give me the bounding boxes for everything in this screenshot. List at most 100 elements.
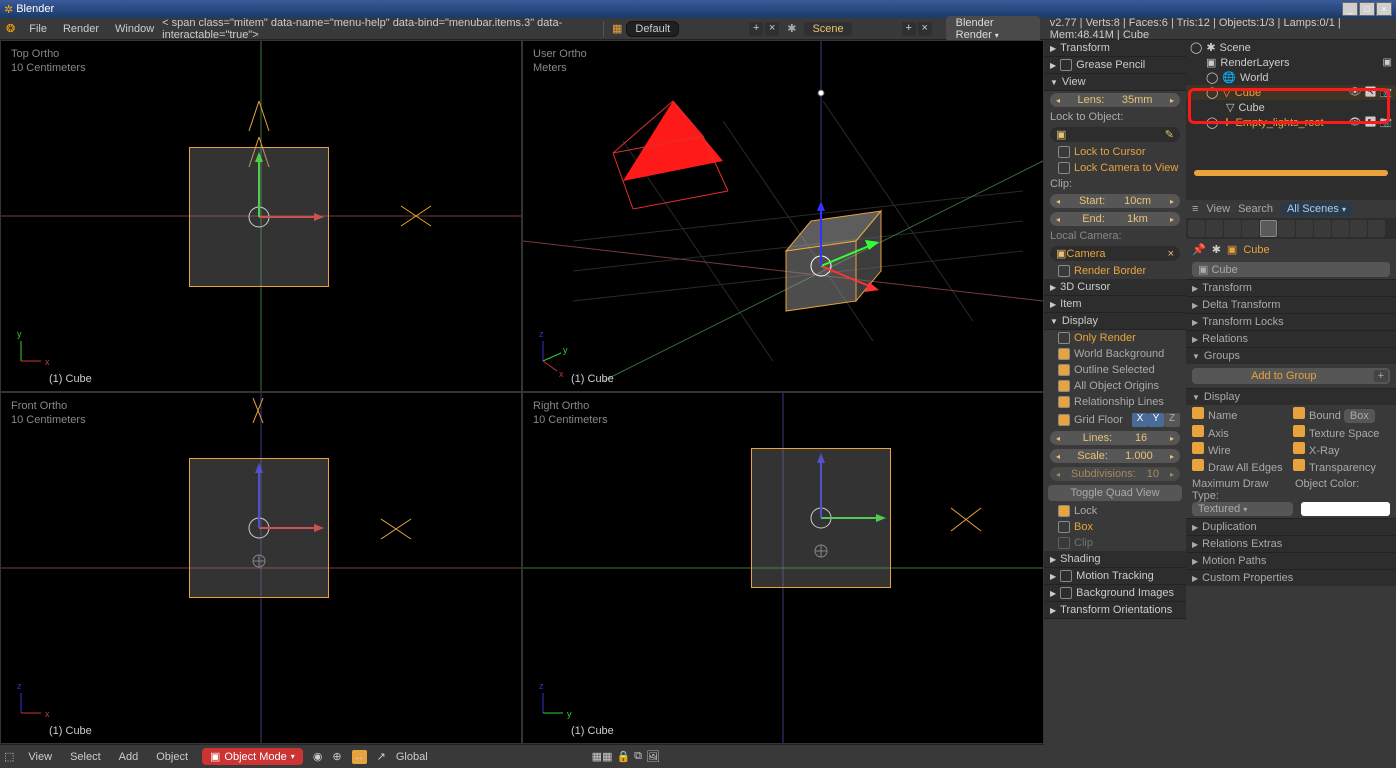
layout-icon[interactable]: ▦ xyxy=(608,22,626,35)
panel-motion-tracking[interactable]: Motion Tracking xyxy=(1044,568,1186,585)
close-button[interactable]: × xyxy=(1376,2,1392,16)
shading-icon[interactable]: ◉ xyxy=(313,750,323,763)
lock-icon[interactable]: 🔒 xyxy=(616,750,630,763)
panel-transform-orientations[interactable]: Transform Orientations xyxy=(1044,602,1186,619)
tab-object[interactable] xyxy=(1260,220,1277,237)
editor-type-icon[interactable]: ⬚ xyxy=(4,750,14,763)
menu-select[interactable]: Select xyxy=(66,751,105,763)
scene-select[interactable]: Scene xyxy=(804,22,851,36)
blender-logo-icon[interactable]: ❂ xyxy=(0,22,21,35)
panel-transform[interactable]: Transform xyxy=(1044,40,1186,57)
panel-relations[interactable]: Relations xyxy=(1186,330,1396,347)
panel-transform-locks[interactable]: Transform Locks xyxy=(1186,313,1396,330)
tab-texture[interactable] xyxy=(1350,220,1367,237)
outliner-scene[interactable]: ◯✱Scene xyxy=(1186,40,1396,55)
max-draw-select[interactable]: Textured ▾ xyxy=(1192,502,1293,516)
panel-item[interactable]: Item xyxy=(1044,296,1186,313)
toggle-quad-button[interactable]: Toggle Quad View xyxy=(1048,485,1182,501)
lock-camera-check[interactable]: Lock Camera to View xyxy=(1044,160,1186,176)
pin-icon[interactable]: 📌 xyxy=(1192,243,1206,256)
menu-add[interactable]: Add xyxy=(115,751,143,763)
render-preview-icon[interactable]: 🖼 xyxy=(646,750,660,763)
object-name-field[interactable]: ▣ Cube xyxy=(1192,262,1390,277)
panel-custom-properties[interactable]: Custom Properties xyxy=(1186,569,1396,586)
tab-material[interactable] xyxy=(1332,220,1349,237)
lock-object-field[interactable]: ▣ ✎ xyxy=(1050,127,1180,142)
viewport-front[interactable]: z x Front Ortho10 Centimeters (1) Cube xyxy=(0,392,522,744)
tab-render-layers[interactable] xyxy=(1206,220,1223,237)
add-screen-button[interactable]: + xyxy=(749,22,763,36)
layers-widget[interactable]: ▦▦ xyxy=(592,750,613,763)
world-bg-check[interactable]: World Background xyxy=(1044,346,1186,362)
axis-z-toggle[interactable]: Z xyxy=(1164,413,1180,427)
grid-scale-field[interactable]: ◂Scale:1.000▸ xyxy=(1050,449,1180,463)
texture-space-check[interactable]: Texture Space xyxy=(1293,425,1390,440)
pivot-icon[interactable]: ⊕ xyxy=(332,750,341,763)
outliner-empty[interactable]: ◯✛Empty_lights_root👁 ↖ 📷 xyxy=(1186,115,1396,130)
cube-object[interactable] xyxy=(189,147,329,287)
outliner-view-menu[interactable]: View xyxy=(1206,203,1230,215)
tab-modifiers[interactable] xyxy=(1296,220,1313,237)
outliner-filter-select[interactable]: All Scenes ▾ xyxy=(1281,202,1352,216)
outliner-renderlayers[interactable]: ▣RenderLayers▣ xyxy=(1186,55,1396,70)
outliner[interactable]: ◯✱Scene ▣RenderLayers▣ ◯🌐World ◯▽Cube👁 ↖… xyxy=(1186,40,1396,200)
panel-duplication[interactable]: Duplication xyxy=(1186,518,1396,535)
object-color-swatch[interactable] xyxy=(1301,502,1390,516)
grid-subdiv-field[interactable]: ◂Subdivisions:10▸ xyxy=(1050,467,1180,481)
axis-check[interactable]: Axis xyxy=(1192,425,1289,440)
tab-render[interactable] xyxy=(1188,220,1205,237)
all-origins-check[interactable]: All Object Origins xyxy=(1044,378,1186,394)
menu-render[interactable]: Render xyxy=(55,23,107,35)
draw-edges-check[interactable]: Draw All Edges xyxy=(1192,459,1289,474)
snap-icon[interactable]: ⧉ xyxy=(634,750,642,763)
del-screen-button[interactable]: × xyxy=(765,22,779,36)
menu-view[interactable]: View xyxy=(24,751,56,763)
menu-object[interactable]: Object xyxy=(152,751,192,763)
bound-type-select[interactable]: Box xyxy=(1344,409,1375,423)
transparency-check[interactable]: Transparency xyxy=(1293,459,1390,474)
n-panel[interactable]: Transform Grease Pencil View ◂Lens:35mm▸… xyxy=(1044,40,1186,768)
viewport-right[interactable]: z y Right Ortho10 Centimeters (1) Cube xyxy=(522,392,1044,744)
xray-check[interactable]: X-Ray xyxy=(1293,442,1390,457)
tab-data[interactable] xyxy=(1314,220,1331,237)
mode-select[interactable]: ▣ Object Mode ▾ xyxy=(202,748,303,765)
quad-view[interactable]: y x Top Ortho10 Centimeters (1) Cube xyxy=(0,40,1044,744)
screen-layout-select[interactable]: Default xyxy=(626,21,679,37)
viewport-user[interactable]: z y x User OrthoMeters (1) Cube xyxy=(522,40,1044,392)
panel-display[interactable]: Display xyxy=(1044,313,1186,330)
tab-constraints[interactable] xyxy=(1278,220,1295,237)
outliner-editor-icon[interactable]: ≡ xyxy=(1192,203,1198,215)
bound-check[interactable]: Bound Box xyxy=(1293,407,1390,423)
outliner-cube[interactable]: ◯▽Cube👁 ↖ 📷 xyxy=(1186,85,1396,100)
panel-grease-pencil[interactable]: Grease Pencil xyxy=(1044,57,1186,74)
lens-field[interactable]: ◂Lens:35mm▸ xyxy=(1050,93,1180,107)
panel-view[interactable]: View xyxy=(1044,74,1186,91)
grid-floor-check[interactable]: Grid Floor XYZ xyxy=(1044,410,1186,429)
axis-x-toggle[interactable]: X xyxy=(1132,413,1148,427)
properties-editor[interactable]: 📌✱ ▣Cube ▣ Cube Transform Delta Transfor… xyxy=(1186,218,1396,768)
cube-object[interactable] xyxy=(189,458,329,598)
panel-display[interactable]: Display xyxy=(1186,388,1396,405)
outliner-scrollbar[interactable] xyxy=(1194,170,1388,176)
local-camera-field[interactable]: ▣ Camera× xyxy=(1050,246,1180,261)
panel-delta-transform[interactable]: Delta Transform xyxy=(1186,296,1396,313)
del-scene-button[interactable]: × xyxy=(918,22,932,36)
render-border-check[interactable]: Render Border xyxy=(1044,263,1186,279)
outliner-cube-mesh[interactable]: ▽Cube xyxy=(1186,100,1396,115)
quad-box-check[interactable]: Box xyxy=(1044,519,1186,535)
panel-motion-paths[interactable]: Motion Paths xyxy=(1186,552,1396,569)
panel-groups[interactable]: Groups xyxy=(1186,347,1396,364)
add-to-group-button[interactable]: Add to Group+ xyxy=(1192,368,1390,384)
properties-tabs[interactable] xyxy=(1186,218,1396,239)
panel-transform[interactable]: Transform xyxy=(1186,279,1396,296)
viewport-top[interactable]: y x Top Ortho10 Centimeters (1) Cube xyxy=(0,40,522,392)
outliner-search-menu[interactable]: Search xyxy=(1238,203,1273,215)
manipulator-translate-icon[interactable]: ↗ xyxy=(377,750,386,763)
minimize-button[interactable]: _ xyxy=(1342,2,1358,16)
panel-bg-images[interactable]: Background Images xyxy=(1044,585,1186,602)
cube-object[interactable] xyxy=(751,448,891,588)
outline-selected-check[interactable]: Outline Selected xyxy=(1044,362,1186,378)
manipulator-toggle[interactable]: ↔ xyxy=(352,750,367,764)
grid-lines-field[interactable]: ◂Lines:16▸ xyxy=(1050,431,1180,445)
render-engine-select[interactable]: Blender Render ▾ xyxy=(946,16,1040,42)
